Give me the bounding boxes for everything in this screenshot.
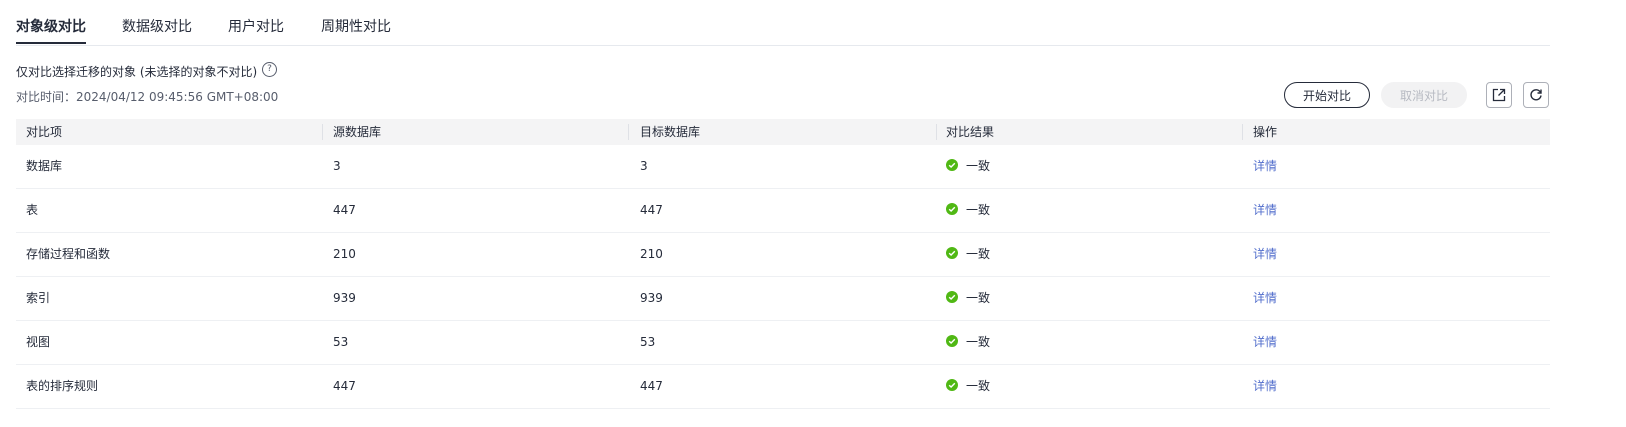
details-link[interactable]: 详情 <box>1253 321 1277 364</box>
cell-item: 视图 <box>26 335 51 349</box>
header-item: 对比项 <box>26 125 63 139</box>
check-circle-icon <box>946 335 958 347</box>
table-row: 视图 53 53 一致 详情 <box>16 321 1550 365</box>
cell-result: 一致 <box>946 365 990 408</box>
cell-source: 447 <box>333 379 356 393</box>
compare-time: 对比时间：2024/04/12 09:45:56 GMT+08:00 <box>16 90 279 104</box>
details-link[interactable]: 详情 <box>1253 365 1277 408</box>
cell-item: 数据库 <box>26 159 63 173</box>
table-header: 对比项 源数据库 目标数据库 对比结果 操作 <box>16 119 1550 145</box>
compare-scope-note: 仅对比选择迁移的对象 (未选择的对象不对比) <box>16 65 258 79</box>
cell-source: 3 <box>333 159 341 173</box>
table-row: 数据库 3 3 一致 详情 <box>16 145 1550 189</box>
header-divider <box>628 124 629 140</box>
header-result: 对比结果 <box>946 125 995 139</box>
tab-data-level[interactable]: 数据级对比 <box>122 16 192 36</box>
refresh-button[interactable] <box>1523 82 1549 108</box>
export-button[interactable] <box>1486 82 1512 108</box>
cell-source: 939 <box>333 291 356 305</box>
header-divider <box>1242 124 1243 140</box>
details-link[interactable]: 详情 <box>1253 145 1277 188</box>
cell-target: 53 <box>640 335 656 349</box>
cell-source: 447 <box>333 203 356 217</box>
comparison-table: 对比项 源数据库 目标数据库 对比结果 操作 数据库 3 3 一致 详情 表 4… <box>16 119 1550 409</box>
start-compare-button[interactable]: 开始对比 <box>1284 82 1370 108</box>
question-circle-icon[interactable]: ? <box>262 62 277 77</box>
result-text: 一致 <box>966 379 991 393</box>
result-text: 一致 <box>966 159 991 173</box>
cell-item: 表的排序规则 <box>26 379 99 393</box>
cancel-compare-button: 取消对比 <box>1381 82 1467 108</box>
table-row: 表 447 447 一致 详情 <box>16 189 1550 233</box>
table-row: 存储过程和函数 210 210 一致 详情 <box>16 233 1550 277</box>
refresh-icon <box>1530 89 1542 101</box>
header-target: 目标数据库 <box>640 125 701 139</box>
cell-target: 447 <box>640 203 663 217</box>
check-circle-icon <box>946 159 958 171</box>
table-body: 数据库 3 3 一致 详情 表 447 447 一致 详情 存储过程和函数 21… <box>16 145 1550 409</box>
cell-item: 表 <box>26 203 39 217</box>
cell-result: 一致 <box>946 189 990 232</box>
export-icon <box>1492 88 1506 102</box>
header-divider <box>936 124 937 140</box>
tab-user[interactable]: 用户对比 <box>228 16 284 36</box>
cell-target: 210 <box>640 247 663 261</box>
details-link[interactable]: 详情 <box>1253 233 1277 276</box>
tab-periodic[interactable]: 周期性对比 <box>321 16 391 36</box>
check-circle-icon <box>946 247 958 259</box>
cell-target: 3 <box>640 159 648 173</box>
header-source: 源数据库 <box>333 125 382 139</box>
cell-source: 53 <box>333 335 349 349</box>
cell-item: 存储过程和函数 <box>26 247 111 261</box>
check-circle-icon <box>946 291 958 303</box>
table-row: 索引 939 939 一致 详情 <box>16 277 1550 321</box>
check-circle-icon <box>946 203 958 215</box>
cell-result: 一致 <box>946 277 990 320</box>
check-circle-icon <box>946 379 958 391</box>
cell-target: 939 <box>640 291 663 305</box>
cell-target: 447 <box>640 379 663 393</box>
result-text: 一致 <box>966 335 991 349</box>
tab-object-level[interactable]: 对象级对比 <box>16 16 86 44</box>
header-action: 操作 <box>1253 125 1278 139</box>
cell-result: 一致 <box>946 233 990 276</box>
comparison-tabs: 对象级对比 数据级对比 用户对比 周期性对比 <box>16 0 1550 46</box>
table-row: 表的排序规则 447 447 一致 详情 <box>16 365 1550 409</box>
cell-source: 210 <box>333 247 356 261</box>
header-divider <box>322 124 323 140</box>
details-link[interactable]: 详情 <box>1253 189 1277 232</box>
details-link[interactable]: 详情 <box>1253 277 1277 320</box>
cell-result: 一致 <box>946 145 990 188</box>
cell-result: 一致 <box>946 321 990 364</box>
cell-item: 索引 <box>26 291 51 305</box>
result-text: 一致 <box>966 203 991 217</box>
result-text: 一致 <box>966 291 991 305</box>
result-text: 一致 <box>966 247 991 261</box>
